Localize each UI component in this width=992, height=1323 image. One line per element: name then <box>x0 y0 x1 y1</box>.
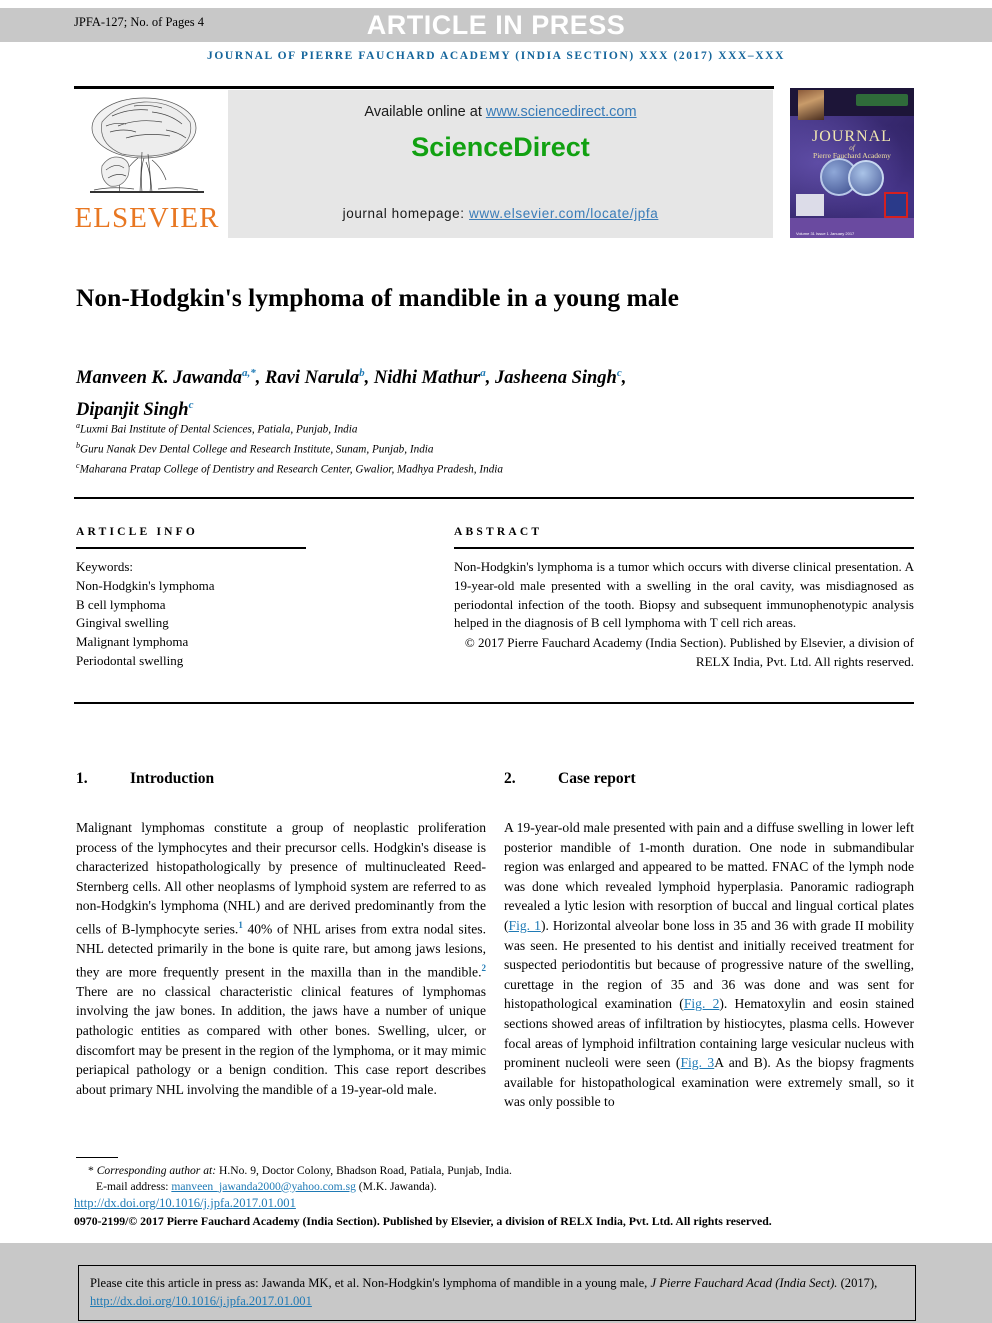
author-name: Ravi Narula <box>265 368 360 389</box>
author-name: Manveen K. Jawanda <box>76 368 243 389</box>
corresponding-star: * <box>88 1164 94 1177</box>
affiliation-item: bGuru Nanak Dev Dental College and Resea… <box>76 438 916 458</box>
author-name: Nidhi Mathur <box>373 368 481 389</box>
citation-box: Please cite this article in press as: Ja… <box>78 1265 916 1321</box>
author-affil-marker: a <box>480 367 486 379</box>
author-affil-marker: c <box>188 399 194 412</box>
journal-homepage-line: journal homepage: www.elsevier.com/locat… <box>228 206 773 221</box>
email-link[interactable]: manveen_jawanda2000@yahoo.com.sg <box>171 1180 356 1193</box>
keyword-item: Malignant lymphoma <box>76 634 189 650</box>
citation-doi-link[interactable]: http://dx.doi.org/10.1016/j.jpfa.2017.01… <box>90 1294 312 1308</box>
affiliation-text: Luxmi Bai Institute of Dental Sciences, … <box>80 423 358 436</box>
available-online-line: Available online at www.sciencedirect.co… <box>228 104 773 120</box>
doi-line: http://dx.doi.org/10.1016/j.jpfa.2017.01… <box>74 1196 296 1211</box>
abstract-rule <box>454 547 914 549</box>
citation-ref-2[interactable]: 2 <box>482 963 487 973</box>
issn-copyright-line: 0970-2199/© 2017 Pierre Fauchard Academy… <box>74 1214 772 1228</box>
sciencedirect-link[interactable]: www.sciencedirect.com <box>486 104 637 120</box>
abstract-copyright: © 2017 Pierre Fauchard Academy (India Se… <box>464 635 914 669</box>
intro-text-c: There are no classical characteristic cl… <box>76 983 486 1097</box>
available-online-label: Available online at <box>364 104 486 120</box>
email-label: E-mail address: <box>96 1179 172 1193</box>
cover-portrait-image <box>798 90 824 120</box>
article-info-rule <box>76 547 306 549</box>
info-section-top-rule <box>74 497 914 499</box>
intro-text-a: Malignant lymphomas constitute a group o… <box>76 820 486 937</box>
citation-journal: J Pierre Fauchard Acad (India Sect). <box>650 1276 838 1290</box>
journal-homepage-label: journal homepage: <box>342 206 469 221</box>
figure-link-1[interactable]: Fig. 1 <box>509 918 541 933</box>
cover-pfa-inner <box>886 194 906 216</box>
affiliation-item: aLuxmi Bai Institute of Dental Sciences,… <box>76 418 916 438</box>
footnote-rule <box>76 1157 118 1159</box>
cover-volume-info: Volume 31 Issue 1 January 2017 <box>796 231 855 236</box>
case-report-paragraph: A 19-year-old male presented with pain a… <box>504 818 914 1112</box>
author-list: Manveen K. Jawandaa,*, Ravi Narulab, Nid… <box>76 367 627 421</box>
citation-year: (2017), <box>837 1276 878 1290</box>
author-name: Jasheena Singh <box>495 368 617 389</box>
page-title: Non-Hodgkin's lymphoma of mandible in a … <box>76 283 679 313</box>
corresponding-author-label: Corresponding author at: <box>96 1164 217 1177</box>
affiliation-text: Guru Nanak Dev Dental College and Resear… <box>80 443 434 456</box>
journal-running-head: JOURNAL OF PIERRE FAUCHARD ACADEMY (INDI… <box>207 50 785 62</box>
keyword-item: Gingival swelling <box>76 615 169 631</box>
corresponding-author-line: * Corresponding author at: H.No. 9, Doct… <box>76 1163 926 1179</box>
cover-ribbon-badge <box>856 94 908 106</box>
elsevier-logo: ELSEVIER <box>74 90 220 238</box>
email-line: E-mail address: manveen_jawanda2000@yaho… <box>76 1179 926 1195</box>
introduction-paragraph: Malignant lymphomas constitute a group o… <box>76 818 486 1099</box>
citation-prefix: Please cite this article in press as: Ja… <box>90 1276 651 1290</box>
author-affil-marker: a,* <box>242 367 256 379</box>
section-heading-introduction: 1. Introduction <box>76 770 486 788</box>
doi-link[interactable]: http://dx.doi.org/10.1016/j.jpfa.2017.01… <box>74 1196 296 1210</box>
keywords-label: Keywords: <box>76 559 134 574</box>
abstract-text: Non-Hodgkin's lymphoma is a tumor which … <box>454 559 914 631</box>
left-column: 1. Introduction Malignant lymphomas const… <box>76 770 486 1099</box>
body-top-rule <box>74 702 914 704</box>
elsevier-tree-icon <box>90 97 204 193</box>
keyword-item: Periodontal swelling <box>76 652 184 668</box>
cover-globe-right-icon <box>848 160 884 196</box>
article-info-heading: ARTICLE INFO <box>76 526 199 538</box>
abstract-heading: ABSTRACT <box>454 526 543 538</box>
journal-cover-thumbnail: JOURNAL of Pierre Fauchard Academy Volum… <box>790 88 914 238</box>
sciencedirect-logo: ScienceDirect <box>411 132 590 162</box>
corresponding-author-address: H.No. 9, Doctor Colony, Bhadson Road, Pa… <box>216 1164 512 1177</box>
keywords-block: Keywords: Non-Hodgkin's lymphoma B cell … <box>76 558 376 671</box>
figure-link-3[interactable]: Fig. 3 <box>680 1055 714 1070</box>
right-column: 2. Case report A 19-year-old male present… <box>504 770 914 1112</box>
masthead-top-rule <box>74 86 774 89</box>
cover-subtitle: Pierre Fauchard Academy <box>813 151 891 160</box>
keyword-item: Non-Hodgkin's lymphoma <box>76 577 215 593</box>
figure-link-2[interactable]: Fig. 2 <box>684 996 720 1011</box>
affiliation-text: Maharana Pratap College of Dentistry and… <box>79 464 503 477</box>
affiliation-list: aLuxmi Bai Institute of Dental Sciences,… <box>76 418 916 479</box>
sciencedirect-box: Available online at www.sciencedirect.co… <box>228 90 773 238</box>
section-heading-case-report: 2. Case report <box>504 770 914 788</box>
cover-pfa-logo-icon <box>884 192 908 218</box>
affiliation-item: cMaharana Pratap College of Dentistry an… <box>76 458 916 478</box>
keyword-item: B cell lymphoma <box>76 596 166 612</box>
author-affil-marker: b <box>359 367 365 379</box>
cover-elsevier-logo-icon <box>796 194 824 216</box>
footnote-block: * Corresponding author at: H.No. 9, Doct… <box>76 1163 926 1195</box>
manuscript-code: JPFA-127; No. of Pages 4 <box>74 15 204 29</box>
email-suffix: (M.K. Jawanda). <box>355 1179 437 1193</box>
section-number: 1. <box>76 770 88 787</box>
journal-homepage-link[interactable]: www.elsevier.com/locate/jpfa <box>469 206 658 221</box>
case-text-a: A 19-year-old male presented with pain a… <box>504 820 914 933</box>
elsevier-wordmark: ELSEVIER <box>74 202 220 234</box>
author-affil-marker: c <box>616 367 622 379</box>
section-title: Introduction <box>130 770 215 787</box>
section-number: 2. <box>504 770 516 787</box>
section-title: Case report <box>558 770 636 787</box>
